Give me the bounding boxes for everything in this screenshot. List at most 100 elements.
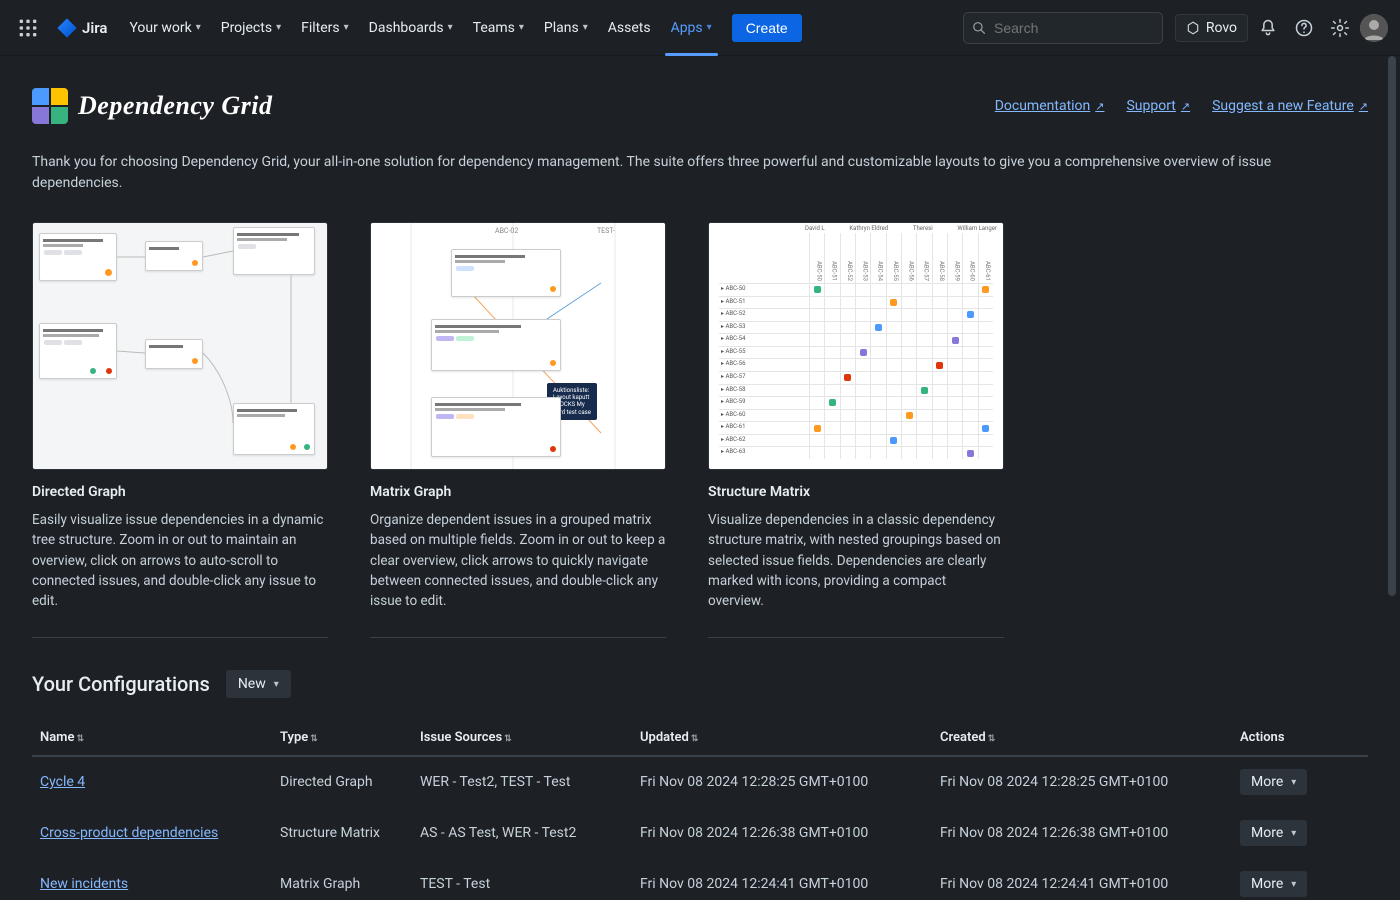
more-label: More <box>1251 876 1283 892</box>
config-updated: Fri Nov 08 2024 12:26:38 GMT+0100 <box>632 808 932 859</box>
config-name-link[interactable]: Cross-product dependencies <box>40 825 218 841</box>
config-updated: Fri Nov 08 2024 12:28:25 GMT+0100 <box>632 756 932 808</box>
card-title: Structure Matrix <box>708 484 1004 500</box>
chevron-down-icon: ▾ <box>274 679 279 690</box>
page-content: Dependency Grid Documentation↗ Support↗ … <box>0 56 1400 900</box>
card-thumbnail[interactable] <box>32 222 328 470</box>
config-name-link[interactable]: New incidents <box>40 876 128 892</box>
table-row: Cross-product dependencies Structure Mat… <box>32 808 1368 859</box>
nav-item-dashboards[interactable]: Dashboards ▾ <box>359 14 463 42</box>
support-link[interactable]: Support ↗ <box>1126 98 1190 114</box>
col-name[interactable]: Name⇅ <box>32 720 272 756</box>
search-input[interactable] <box>992 19 1154 37</box>
config-sources: AS - AS Test, WER - Test2 <box>412 808 632 859</box>
nav-item-assets[interactable]: Assets <box>598 14 661 42</box>
app-switcher-icon <box>18 18 38 38</box>
card-title: Matrix Graph <box>370 484 666 500</box>
scrollbar-thumb[interactable] <box>1388 56 1396 596</box>
profile-avatar[interactable] <box>1360 14 1388 42</box>
card-description: Visualize dependencies in a classic depe… <box>708 510 1004 611</box>
config-updated: Fri Nov 08 2024 12:24:41 GMT+0100 <box>632 859 932 900</box>
nav-item-label: Your work <box>129 20 191 36</box>
config-name-link[interactable]: Cycle 4 <box>40 774 85 790</box>
config-type: Structure Matrix <box>272 808 412 859</box>
settings-button[interactable] <box>1324 12 1356 44</box>
card-separator <box>370 637 666 638</box>
jira-logo-text: Jira <box>82 19 107 37</box>
card-description: Organize dependent issues in a grouped m… <box>370 510 666 611</box>
table-row: Cycle 4 Directed Graph WER - Test2, TEST… <box>32 756 1368 808</box>
config-type: Matrix Graph <box>272 859 412 900</box>
sort-icon: ⇅ <box>504 734 512 744</box>
card-separator <box>708 637 1004 638</box>
suggest-feature-label: Suggest a new Feature <box>1212 98 1354 114</box>
layout-card-directed-graph: Directed Graph Easily visualize issue de… <box>32 222 328 638</box>
configurations-header: Your Configurations New ▾ <box>32 670 1368 698</box>
card-thumbnail[interactable]: David LKathryn EldredTheresiWilliam Lang… <box>708 222 1004 470</box>
nav-item-plans[interactable]: Plans ▾ <box>534 14 598 42</box>
nav-item-projects[interactable]: Projects▾ <box>211 14 291 42</box>
card-thumbnail[interactable]: ABC-02 TEST- Auktionsliste:Layout kaputt… <box>370 222 666 470</box>
external-link-icon: ↗ <box>1181 100 1190 113</box>
chevron-down-icon: ▾ <box>448 22 453 33</box>
rovo-label: Rovo <box>1206 20 1237 36</box>
nav-item-label: Dashboards <box>369 20 444 36</box>
col-type[interactable]: Type⇅ <box>272 720 412 756</box>
config-sources: WER - Test2, TEST - Test <box>412 756 632 808</box>
intro-text: Thank you for choosing Dependency Grid, … <box>32 152 1312 194</box>
col-actions: Actions <box>1232 720 1368 756</box>
documentation-link[interactable]: Documentation↗ <box>995 98 1105 114</box>
nav-item-filters[interactable]: Filters▾ <box>291 14 359 42</box>
nav-item-label: Assets <box>608 20 651 36</box>
app-title-row: Dependency Grid <box>32 88 273 124</box>
notifications-button[interactable] <box>1252 12 1284 44</box>
config-type: Directed Graph <box>272 756 412 808</box>
chevron-down-icon: ▾ <box>519 22 524 33</box>
more-actions-button[interactable]: More▾ <box>1240 871 1307 897</box>
nav-item-your-work[interactable]: Your work▾ <box>119 14 210 42</box>
col-sources[interactable]: Issue Sources⇅ <box>412 720 632 756</box>
app-name: Dependency Grid <box>78 91 273 121</box>
card-title: Directed Graph <box>32 484 328 500</box>
nav-item-label: Plans <box>544 20 579 36</box>
nav-item-apps[interactable]: Apps ▾ <box>661 14 722 42</box>
config-created: Fri Nov 08 2024 12:28:25 GMT+0100 <box>932 756 1232 808</box>
nav-item-label: Filters <box>301 20 340 36</box>
configurations-table: Name⇅ Type⇅ Issue Sources⇅ Updated⇅ Crea… <box>32 720 1368 900</box>
layout-card-structure-matrix: David LKathryn EldredTheresiWilliam Lang… <box>708 222 1004 638</box>
chevron-down-icon: ▾ <box>707 22 712 33</box>
search-box[interactable] <box>963 12 1163 44</box>
sort-icon: ⇅ <box>310 734 318 744</box>
top-nav: Jira Your work▾Projects▾Filters▾Dashboar… <box>0 0 1400 56</box>
table-row: New incidents Matrix Graph TEST - Test F… <box>32 859 1368 900</box>
more-actions-button[interactable]: More▾ <box>1240 769 1307 795</box>
more-label: More <box>1251 825 1283 841</box>
jira-mark-icon <box>56 17 78 39</box>
sort-icon: ⇅ <box>988 734 996 744</box>
app-switcher[interactable] <box>12 12 44 44</box>
search-icon <box>972 20 986 36</box>
support-label: Support <box>1126 98 1175 114</box>
card-description: Easily visualize issue dependencies in a… <box>32 510 328 611</box>
config-created: Fri Nov 08 2024 12:24:41 GMT+0100 <box>932 859 1232 900</box>
col-created[interactable]: Created⇅ <box>932 720 1232 756</box>
new-label: New <box>238 676 266 692</box>
nav-item-teams[interactable]: Teams▾ <box>463 14 534 42</box>
rovo-icon <box>1186 21 1200 35</box>
more-actions-button[interactable]: More▾ <box>1240 820 1307 846</box>
sort-icon: ⇅ <box>691 734 699 744</box>
suggest-feature-link[interactable]: Suggest a new Feature↗ <box>1212 98 1368 114</box>
col-updated[interactable]: Updated⇅ <box>632 720 932 756</box>
documentation-label: Documentation <box>995 98 1091 114</box>
help-button[interactable] <box>1288 12 1320 44</box>
nav-item-label: Apps <box>671 20 703 36</box>
layout-card-matrix-graph: ABC-02 TEST- Auktionsliste:Layout kaputt… <box>370 222 666 638</box>
scrollbar[interactable] <box>1386 56 1398 900</box>
chevron-down-icon: ▾ <box>276 22 281 33</box>
create-button[interactable]: Create <box>732 14 802 42</box>
rovo-button[interactable]: Rovo <box>1175 14 1248 42</box>
chevron-down-icon: ▾ <box>583 22 588 33</box>
jira-logo[interactable]: Jira <box>48 17 115 39</box>
new-configuration-button[interactable]: New ▾ <box>226 670 291 698</box>
config-created: Fri Nov 08 2024 12:26:38 GMT+0100 <box>932 808 1232 859</box>
